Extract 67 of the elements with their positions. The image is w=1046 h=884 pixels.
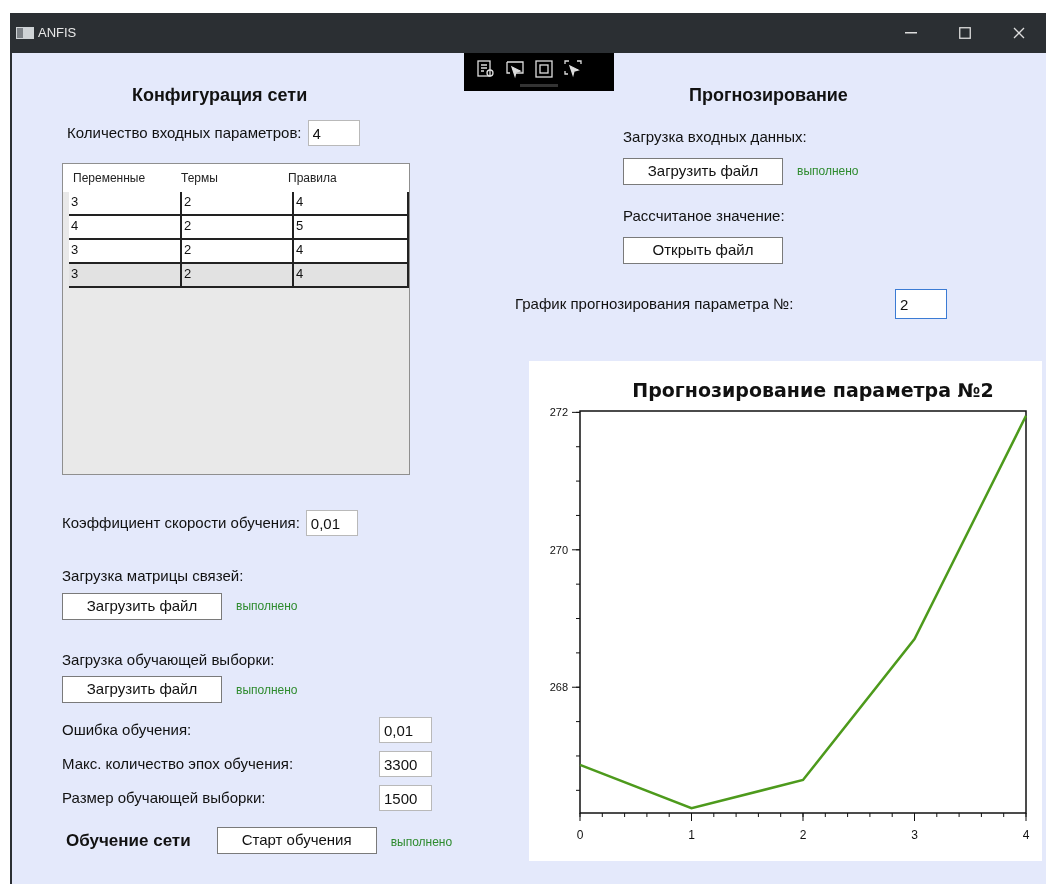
- input-field[interactable]: 4: [307, 120, 360, 146]
- x-tick-label: 4: [1022, 828, 1030, 842]
- y-tick-label: 268: [549, 681, 568, 694]
- field-label: График прогнозирования параметра №:: [515, 293, 795, 314]
- load-button[interactable]: Загрузить файл: [623, 157, 783, 185]
- field-label: Макс. количество эпох обучения:: [62, 753, 294, 774]
- field-label: Рассчитаное значение:: [623, 205, 786, 226]
- field-label: Коэффициент скорости обучения:: [62, 512, 300, 533]
- field-label: Загрузка входных данных:: [623, 127, 808, 147]
- status-text: выполнено: [390, 834, 453, 849]
- field-label: Загрузка матрицы связей:: [62, 566, 245, 586]
- data-grid[interactable]: Переменные Термы Правила 3 2 4 4 2 5 3 2 4 3 2 4: [62, 163, 410, 475]
- table-cell: 3: [69, 264, 182, 286]
- table-row[interactable]: 4 2 5: [69, 216, 409, 240]
- table-cell: 5: [294, 216, 409, 238]
- tree-icon[interactable]: [476, 59, 496, 79]
- app-icon: [16, 27, 34, 39]
- table-cell: 4: [69, 216, 182, 238]
- x-tick-label: 1: [688, 828, 695, 842]
- load-button[interactable]: Открыть файл: [623, 237, 783, 264]
- status-text: выполнено: [236, 598, 298, 615]
- table-cell: 3: [69, 192, 182, 214]
- select-icon[interactable]: [563, 59, 583, 79]
- frame-icon[interactable]: [534, 59, 554, 79]
- close-icon: [1013, 27, 1025, 39]
- x-tick-label: 3: [911, 828, 918, 842]
- field-label: Количество входных параметров:: [67, 122, 302, 143]
- x-tick-label: 2: [799, 828, 807, 842]
- input-field[interactable]: 3300: [379, 751, 432, 777]
- cursor-icon[interactable]: [505, 59, 525, 79]
- table-cell: 4: [294, 240, 409, 262]
- table-cell: 2: [182, 264, 294, 286]
- table-cell: 4: [294, 264, 409, 286]
- input-field[interactable]: 1500: [379, 785, 432, 811]
- table-cell: 2: [182, 192, 294, 214]
- section-heading: Прогнозирование: [689, 84, 849, 107]
- x-tick-label: 0: [576, 828, 584, 842]
- maximize-icon: [959, 27, 971, 39]
- field-label: Загрузка обучающей выборки:: [62, 649, 276, 670]
- input-field[interactable]: 0,01: [305, 510, 358, 536]
- table-cell: 2: [182, 240, 294, 262]
- input-field[interactable]: 2: [895, 289, 947, 319]
- load-button[interactable]: Загрузить файл: [62, 676, 222, 703]
- section-heading: Обучение сети: [66, 829, 191, 852]
- toolbar-grip: [520, 84, 558, 87]
- input-field[interactable]: 0,01: [379, 717, 432, 743]
- load-button[interactable]: Старт обучения: [216, 827, 377, 854]
- table-row[interactable]: 3 2 4: [69, 192, 409, 216]
- column-header[interactable]: Переменные: [71, 169, 179, 187]
- table-row[interactable]: 3 2 4: [69, 240, 409, 264]
- section-heading: Конфигурация сети: [132, 84, 309, 107]
- status-text: выполнено: [236, 681, 298, 699]
- field-label: Размер обучающей выборки:: [62, 787, 266, 808]
- y-tick-label: 270: [549, 543, 568, 556]
- status-text: выполнено: [797, 163, 859, 180]
- load-button[interactable]: Загрузить файл: [62, 592, 222, 620]
- field-label: Ошибка обучения:: [62, 719, 192, 740]
- window-title: ANFIS: [38, 24, 77, 43]
- column-header[interactable]: Термы: [179, 169, 286, 187]
- table-cell: 3: [69, 240, 182, 262]
- table-cell: 4: [294, 192, 409, 214]
- column-header[interactable]: Правила: [286, 169, 396, 187]
- minimize-icon: [905, 32, 917, 34]
- chart-title: Прогнозирование параметра №2: [632, 379, 994, 401]
- y-tick-label: 272: [549, 406, 568, 419]
- table-cell: 2: [182, 216, 294, 238]
- table-row[interactable]: 3 2 4: [69, 264, 409, 288]
